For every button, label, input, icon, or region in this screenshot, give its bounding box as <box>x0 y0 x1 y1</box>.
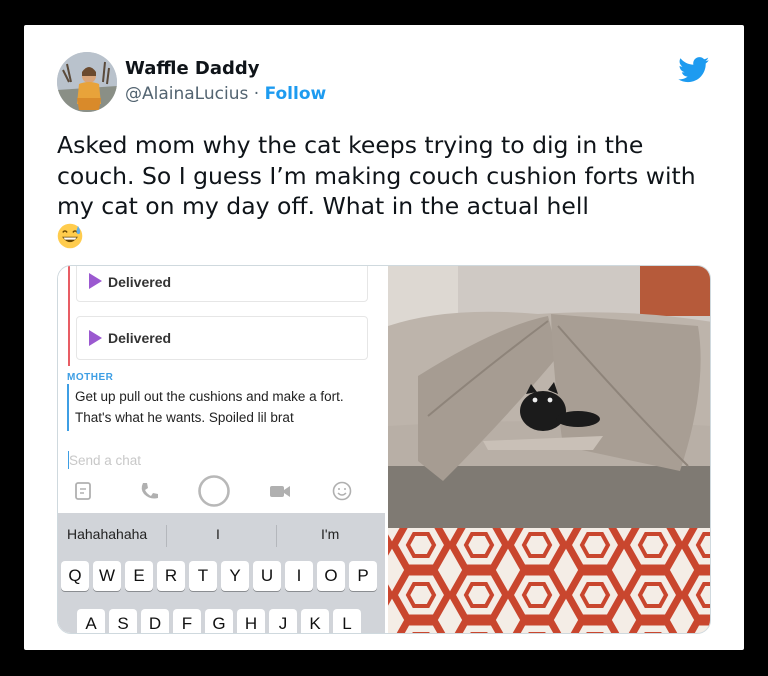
suggestion-divider <box>166 525 167 547</box>
key-a[interactable]: A <box>77 609 105 633</box>
sender-bar <box>67 384 69 431</box>
sticker-icon[interactable] <box>72 480 94 502</box>
key-s[interactable]: S <box>109 609 137 633</box>
delivered-label-1: Delivered <box>108 274 172 290</box>
key-f[interactable]: F <box>173 609 201 633</box>
keyboard: Hahahahaha I I'm Q W E R T Y U I O P A S… <box>58 513 385 633</box>
cat-fort-photo[interactable] <box>388 266 710 633</box>
smiley-icon[interactable] <box>331 480 353 502</box>
video-icon[interactable] <box>268 480 292 502</box>
suggestion-1[interactable]: Hahahahaha <box>67 526 147 542</box>
key-o[interactable]: O <box>317 561 345 591</box>
key-j[interactable]: J <box>269 609 297 633</box>
twitter-bird-icon[interactable] <box>678 57 710 83</box>
delivered-message-1: Delivered <box>76 266 368 302</box>
tweet-body: Asked mom why the cat keeps trying to di… <box>57 131 696 220</box>
key-p[interactable]: P <box>349 561 377 591</box>
key-k[interactable]: K <box>301 609 329 633</box>
key-g[interactable]: G <box>205 609 233 633</box>
user-handle[interactable]: @AlainaLucius <box>125 84 248 104</box>
delivered-message-2: Delivered <box>76 316 368 360</box>
key-d[interactable]: D <box>141 609 169 633</box>
key-u[interactable]: U <box>253 561 281 591</box>
chat-screenshot: Delivered Delivered MOTHER Get up pull o… <box>58 266 385 633</box>
avatar[interactable] <box>57 52 117 112</box>
cat-fort-image <box>388 266 710 633</box>
delivered-label-2: Delivered <box>108 330 172 346</box>
key-l[interactable]: L <box>333 609 361 633</box>
tweet-text: Asked mom why the cat keeps trying to di… <box>57 130 707 252</box>
key-h[interactable]: H <box>237 609 265 633</box>
sent-indicator-bar <box>68 266 70 366</box>
capture-button[interactable] <box>197 474 231 508</box>
avatar-image <box>57 52 117 112</box>
suggestion-divider <box>276 525 277 547</box>
tweet-card: Waffle Daddy @AlainaLucius · Follow Aske… <box>24 25 744 650</box>
follow-button[interactable]: Follow <box>265 84 327 104</box>
delivered-arrow-icon <box>89 330 102 346</box>
phone-icon[interactable] <box>138 480 160 502</box>
sender-label: MOTHER <box>67 372 114 383</box>
key-e[interactable]: E <box>125 561 153 591</box>
handle-line: @AlainaLucius · Follow <box>125 84 326 104</box>
media-container[interactable]: Delivered Delivered MOTHER Get up pull o… <box>57 265 711 634</box>
suggestion-2[interactable]: I <box>216 526 220 542</box>
suggestion-3[interactable]: I'm <box>321 526 339 542</box>
display-name[interactable]: Waffle Daddy <box>125 58 260 79</box>
delivered-arrow-icon <box>89 273 102 289</box>
chat-input[interactable]: Send a chat <box>69 453 141 468</box>
received-message: Get up pull out the cushions and make a … <box>75 389 344 425</box>
key-t[interactable]: T <box>189 561 217 591</box>
key-w[interactable]: W <box>93 561 121 591</box>
key-r[interactable]: R <box>157 561 185 591</box>
key-q[interactable]: Q <box>61 561 89 591</box>
key-i[interactable]: I <box>285 561 313 591</box>
handle-separator: · <box>248 84 265 104</box>
grin-sweat-emoji <box>57 223 83 248</box>
key-y[interactable]: Y <box>221 561 249 591</box>
